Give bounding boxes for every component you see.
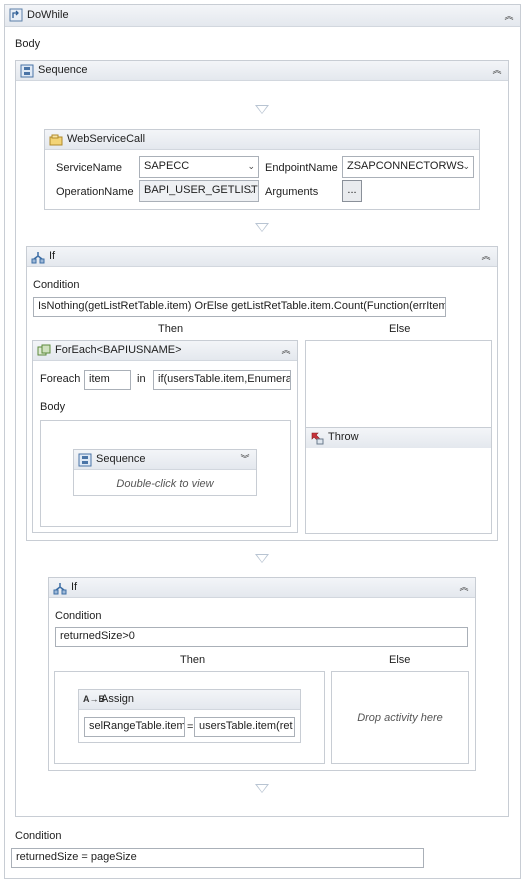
dowhile-title: DoWhile xyxy=(27,9,69,21)
drop-activity-hint: Drop activity here xyxy=(357,712,443,724)
collapse-icon[interactable]: ︽ xyxy=(502,9,516,23)
collapse-icon[interactable]: ︽ xyxy=(457,580,471,594)
drop-arrow-icon[interactable] xyxy=(255,784,269,793)
sequence-icon xyxy=(78,453,92,467)
throw-header[interactable]: Throw xyxy=(306,428,491,448)
foreach-icon xyxy=(37,344,51,356)
operation-name-value: BAPI_USER_GETLIST xyxy=(144,184,258,196)
dowhile-condition-label: Condition xyxy=(15,830,62,842)
arguments-button[interactable]: ... xyxy=(342,180,362,202)
service-name-value: SAPECC xyxy=(144,160,190,172)
assign-title: Assign xyxy=(101,693,135,705)
assign-header[interactable]: A→B Assign xyxy=(79,690,300,710)
operation-name-select[interactable]: BAPI_USER_GETLIST ⌄ xyxy=(139,180,259,202)
operation-name-label: OperationName xyxy=(56,186,134,198)
webservice-icon xyxy=(49,134,63,146)
foreach-title: ForEach<BAPIUSNAME> xyxy=(55,344,182,356)
collapse-icon[interactable]: ︽ xyxy=(490,63,504,77)
dowhile-condition-input[interactable]: returnedSize = pageSize xyxy=(11,848,424,868)
if-condition-label: Condition xyxy=(33,279,80,291)
if2-then-label: Then xyxy=(180,654,206,666)
service-name-select[interactable]: SAPECC ⌄ xyxy=(139,156,259,178)
chevron-down-icon: ⌄ xyxy=(462,161,470,171)
if-icon xyxy=(53,583,67,595)
foreach-item-input[interactable]: item xyxy=(84,370,131,390)
nested-sequence-title: Sequence xyxy=(96,453,146,465)
throw-title: Throw xyxy=(328,431,359,443)
assign-icon: A→B xyxy=(83,694,105,704)
endpoint-name-value: ZSAPCONNECTORWS xyxy=(347,160,464,172)
then-label: Then xyxy=(158,323,184,335)
in-label: in xyxy=(137,373,146,385)
if-icon xyxy=(31,252,45,264)
if-title: If xyxy=(49,250,56,262)
chevron-down-icon: ⌄ xyxy=(247,185,255,195)
assign-to-input[interactable]: selRangeTable.item xyxy=(84,717,185,737)
assign-equals: = xyxy=(187,721,194,733)
nested-sequence-header[interactable]: Sequence ︾ xyxy=(74,450,256,470)
if-condition-input[interactable]: IsNothing(getListRetTable.item) OrElse g… xyxy=(33,297,446,317)
chevron-down-icon: ⌄ xyxy=(247,161,255,171)
foreach-label: Foreach xyxy=(40,373,81,385)
dowhile-icon xyxy=(9,8,23,22)
collapse-icon[interactable]: ︽ xyxy=(479,249,493,263)
drop-arrow-icon[interactable] xyxy=(255,554,269,563)
drop-arrow-icon[interactable] xyxy=(255,105,269,114)
foreach-body-label: Body xyxy=(40,401,66,413)
if2-condition-input[interactable]: returnedSize>0 xyxy=(55,627,468,647)
dowhile-body-label: Body xyxy=(15,38,41,50)
endpoint-name-label: EndpointName xyxy=(265,162,338,174)
foreach-header[interactable]: ForEach<BAPIUSNAME> ︽ xyxy=(33,341,297,361)
webservice-title: WebServiceCall xyxy=(67,133,146,145)
arguments-label: Arguments xyxy=(265,186,319,198)
drop-arrow-icon[interactable] xyxy=(255,223,269,232)
else-label: Else xyxy=(389,323,411,335)
assign-value-input[interactable]: usersTable.item(ret xyxy=(194,717,295,737)
nested-sequence-activity[interactable]: Sequence ︾ Double-click to view xyxy=(73,449,257,496)
sequence-header[interactable]: Sequence ︽ xyxy=(16,61,508,81)
double-click-hint: Double-click to view xyxy=(116,478,214,490)
if2-title: If xyxy=(71,581,78,593)
if-header[interactable]: If ︽ xyxy=(27,247,497,267)
throw-icon xyxy=(311,432,324,445)
throw-activity[interactable]: Throw xyxy=(306,427,491,448)
expand-icon[interactable]: ︾ xyxy=(238,452,252,466)
if2-else-label: Else xyxy=(389,654,411,666)
webservice-header[interactable]: WebServiceCall xyxy=(45,130,479,150)
sequence-title: Sequence xyxy=(38,64,88,76)
foreach-in-input[interactable]: if(usersTable.item,Enumera xyxy=(153,370,291,390)
collapse-icon[interactable]: ︽ xyxy=(279,343,293,357)
if2-header[interactable]: If ︽ xyxy=(49,578,475,598)
dowhile-header[interactable]: DoWhile ︽ xyxy=(5,5,520,27)
endpoint-name-select[interactable]: ZSAPCONNECTORWS ⌄ xyxy=(342,156,474,178)
service-name-label: ServiceName xyxy=(56,162,123,174)
if2-condition-label: Condition xyxy=(55,610,102,622)
sequence-icon xyxy=(20,64,34,78)
